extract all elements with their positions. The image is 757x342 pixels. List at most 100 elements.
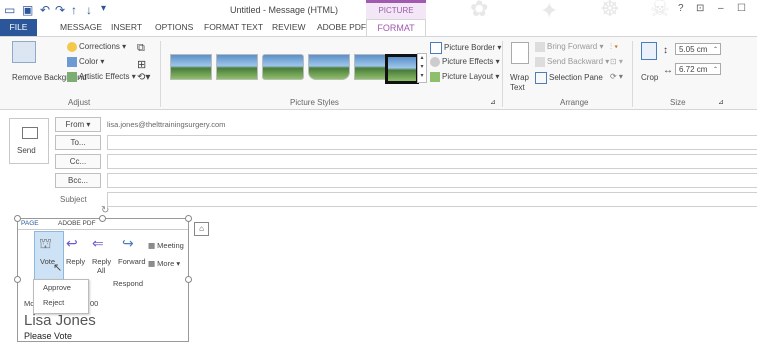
sun-icon: [67, 42, 77, 52]
artistic-icon: [67, 72, 77, 82]
reply-all-label-1: Reply: [92, 257, 112, 266]
bcc-button[interactable]: Bcc...: [55, 173, 101, 188]
crop-icon[interactable]: [641, 42, 657, 60]
tab-file[interactable]: FILE: [0, 19, 37, 36]
embedded-tab-adobe: ADOBE PDF: [58, 220, 96, 227]
group-label-arrange: Arrange: [560, 98, 589, 107]
forward-label: Forward: [118, 257, 146, 266]
ribbon-tabs: FILE MESSAGE INSERT OPTIONS FORMAT TEXT …: [0, 19, 757, 36]
to-field[interactable]: [107, 135, 757, 150]
help-icon[interactable]: ?: [678, 3, 684, 14]
tab-review[interactable]: REVIEW: [272, 22, 306, 32]
picture-layout-button[interactable]: Picture Layout ▾: [430, 72, 499, 82]
resize-handle[interactable]: [14, 215, 21, 222]
cc-field[interactable]: [107, 154, 757, 169]
embedded-picture[interactable]: PAGE ADOBE PDF ⛫ Vote ↖ ↩ Reply ⇐ Reply …: [17, 218, 189, 342]
separator: [160, 41, 161, 107]
maximize-icon[interactable]: ☐: [737, 3, 746, 14]
reply-all-icon: ⇐: [92, 235, 104, 251]
style-thumbnail[interactable]: [385, 54, 419, 84]
tab-adobe-pdf[interactable]: ADOBE PDF: [317, 22, 366, 32]
remove-background-icon[interactable]: [12, 41, 36, 63]
up-icon[interactable]: ↑: [71, 3, 77, 17]
respond-group-label: Respond: [113, 279, 144, 288]
group-icon[interactable]: ⊡ ▾: [610, 57, 623, 66]
reply-label: Reply: [66, 257, 86, 266]
dialog-launcher-icon[interactable]: ⊿: [490, 98, 496, 106]
title-bar: ▭ ▣ ↶ ↷ ↑ ↓ ▾ Untitled - Message (HTML) …: [0, 0, 757, 30]
selection-pane-icon: [535, 72, 547, 84]
reject-option[interactable]: Reject: [43, 298, 64, 307]
send-icon: [22, 127, 38, 139]
customize-icon[interactable]: ▾: [101, 3, 106, 14]
cursor-icon: ↖: [53, 262, 63, 274]
crop-label[interactable]: Crop: [641, 73, 658, 82]
width-icon: ↔: [663, 65, 673, 76]
picture-border-button[interactable]: Picture Border ▾: [430, 42, 501, 54]
send-backward-button[interactable]: Send Backward ▾: [535, 57, 609, 67]
style-thumbnail[interactable]: [308, 54, 350, 80]
restore-ribbon-icon[interactable]: ⊡: [696, 3, 704, 14]
effects-icon: [430, 57, 440, 67]
ribbon: Remove Background Corrections ▾ Color ▾ …: [0, 36, 757, 110]
group-label-adjust: Adjust: [68, 98, 91, 107]
tab-insert[interactable]: INSERT: [111, 22, 142, 32]
rotate-handle-icon[interactable]: ↻: [101, 205, 109, 216]
corrections-button[interactable]: Corrections ▾: [67, 42, 126, 52]
bring-forward-button[interactable]: Bring Forward ▾: [535, 42, 604, 52]
height-icon: ↕: [663, 45, 668, 56]
color-button[interactable]: Color ▾: [67, 57, 104, 67]
style-thumbnail[interactable]: [170, 54, 212, 80]
mail-icon[interactable]: ▭: [4, 3, 15, 17]
tab-options[interactable]: OPTIONS: [155, 22, 193, 32]
from-button[interactable]: From ▾: [55, 117, 101, 132]
send-label: Send: [17, 146, 36, 155]
tab-message[interactable]: MESSAGE: [60, 22, 102, 32]
embedded-time-fragment: 00: [90, 299, 99, 308]
style-thumbnail[interactable]: [216, 54, 258, 80]
compress-icon[interactable]: ⧉: [137, 42, 145, 55]
approve-option[interactable]: Approve: [43, 283, 71, 292]
from-address: lisa.jones@thelttrainingsurgery.com: [107, 120, 226, 129]
change-picture-icon[interactable]: ⊞: [137, 58, 146, 71]
layout-options-icon[interactable]: ⌂: [194, 222, 209, 236]
save-icon[interactable]: ▣: [22, 3, 33, 17]
down-icon[interactable]: ↓: [86, 3, 92, 17]
height-input[interactable]: 5.05 cm ⌃: [675, 43, 721, 55]
undo-icon[interactable]: ↶: [40, 3, 50, 17]
selection-pane-button[interactable]: Selection Pane: [535, 72, 603, 84]
tab-format[interactable]: FORMAT: [366, 19, 426, 36]
resize-handle[interactable]: [14, 276, 21, 283]
minimize-icon[interactable]: –: [718, 3, 724, 14]
style-thumbnail[interactable]: [262, 54, 304, 80]
resize-handle[interactable]: [185, 276, 192, 283]
gallery-scroll[interactable]: ▴ ▾ ▾: [417, 53, 427, 83]
picture-effects-button[interactable]: Picture Effects ▾: [430, 57, 500, 67]
reset-picture-icon[interactable]: ⟲▾: [137, 72, 150, 83]
redo-icon[interactable]: ↷: [55, 3, 65, 17]
cc-button[interactable]: Cc...: [55, 154, 101, 169]
subject-label: Subject: [60, 195, 87, 204]
artistic-effects-button[interactable]: Artistic Effects ▾: [67, 72, 136, 82]
subject-field[interactable]: [107, 192, 757, 207]
tab-format-text[interactable]: FORMAT TEXT: [204, 22, 263, 32]
align-icon[interactable]: ⫶ ▾: [610, 42, 618, 52]
resize-handle[interactable]: [185, 215, 192, 222]
wrap-text-label-1[interactable]: Wrap: [510, 73, 529, 82]
to-button[interactable]: To...: [55, 135, 101, 150]
reply-all-label-2: All: [97, 266, 106, 275]
bcc-field[interactable]: [107, 173, 757, 188]
dialog-launcher-icon[interactable]: ⊿: [718, 98, 724, 106]
resize-handle[interactable]: [99, 215, 106, 222]
send-button[interactable]: Send: [9, 118, 49, 164]
wrap-text-icon[interactable]: [511, 42, 529, 64]
rotate-icon[interactable]: ⟳ ▾: [610, 72, 623, 81]
group-label-picture-styles: Picture Styles: [290, 98, 339, 107]
group-label-size: Size: [670, 98, 686, 107]
separator: [632, 41, 633, 107]
width-input[interactable]: 6.72 cm ⌃: [675, 63, 721, 75]
forward-icon: ↪: [122, 235, 134, 251]
wrap-text-label-2[interactable]: Text: [510, 83, 525, 92]
more-item: ▦ More ▾: [148, 259, 181, 268]
layout-icon: [430, 72, 440, 82]
